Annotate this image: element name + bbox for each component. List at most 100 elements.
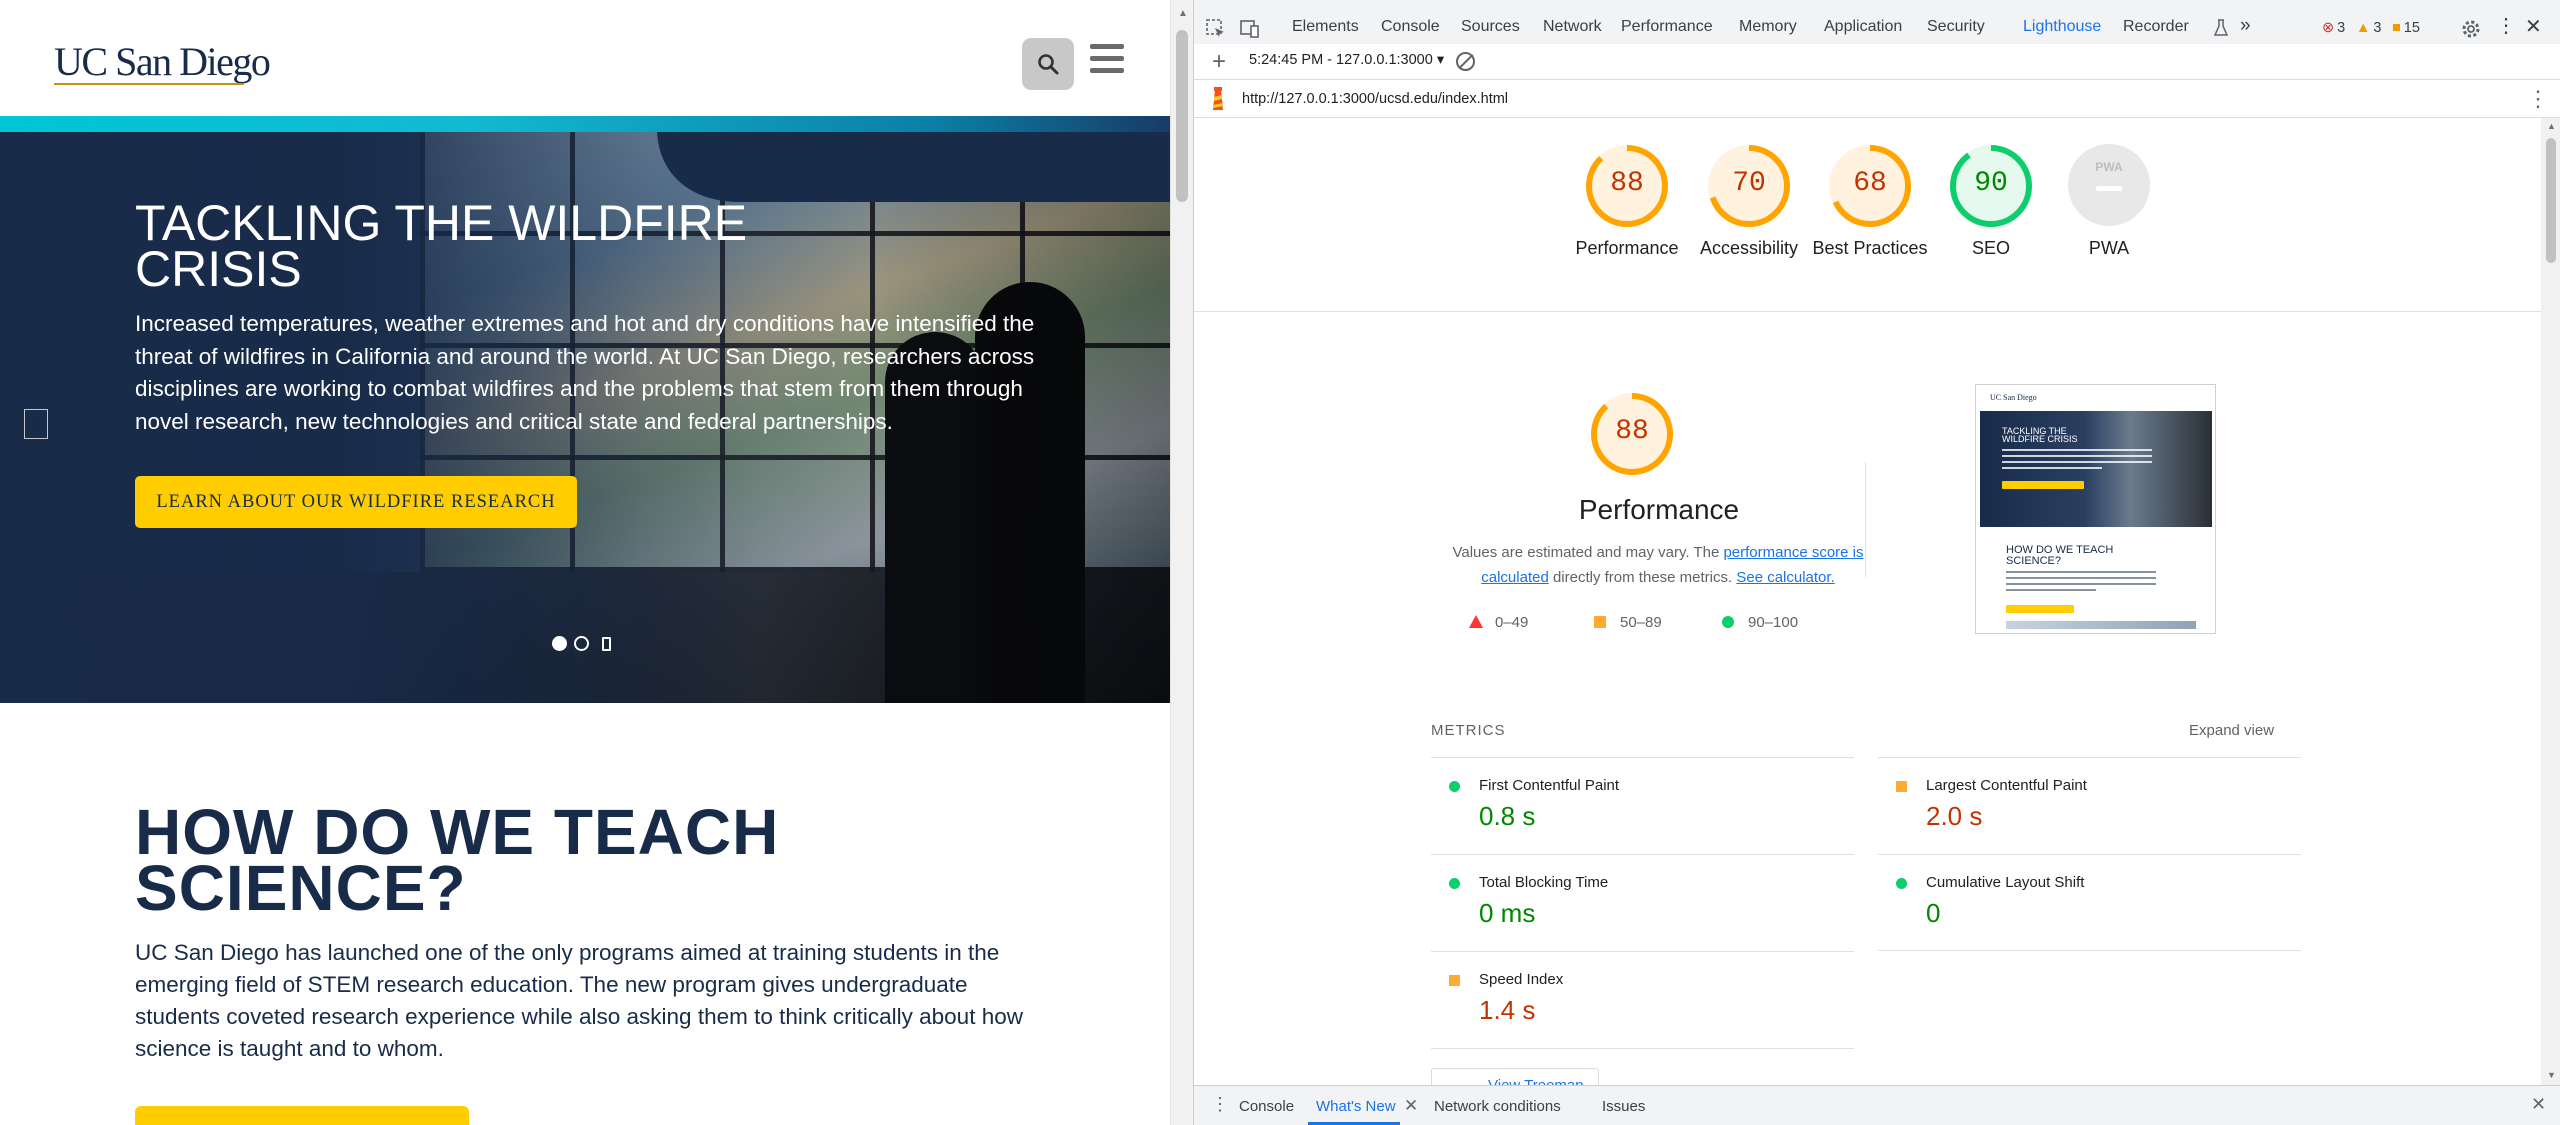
report-selector[interactable]: 5:24:45 PM - 127.0.0.1:3000 ▾ bbox=[1249, 52, 1444, 68]
thumb-text-line bbox=[2006, 583, 2156, 585]
issues-icon: ■ bbox=[2392, 20, 2401, 36]
warning-count[interactable]: ▲ 3 bbox=[2356, 20, 2381, 36]
hero-description: Increased temperatures, weather extremes… bbox=[135, 311, 1035, 434]
drawer-tab-whats-new[interactable]: What's New bbox=[1316, 1098, 1396, 1115]
scroll-up-icon[interactable]: ▲ bbox=[1178, 8, 1188, 19]
tab-security[interactable]: Security bbox=[1927, 18, 1985, 36]
metric-value: 1.4 s bbox=[1479, 995, 1536, 1025]
tab-recorder[interactable]: Recorder bbox=[2123, 18, 2189, 36]
metric-title: Speed Index bbox=[1479, 971, 1564, 988]
metric-value: 0 ms bbox=[1479, 898, 1536, 928]
close-devtools-icon[interactable]: ✕ bbox=[2525, 14, 2542, 39]
close-tab-icon[interactable]: ✕ bbox=[1404, 1096, 1418, 1116]
final-screenshot-thumbnail[interactable]: UC San Diego TACKLING THE WILDFIRE CRISI… bbox=[1975, 384, 2216, 634]
pass-circle-icon bbox=[1449, 781, 1460, 792]
drawer-menu-kebab-icon[interactable]: ⋮ bbox=[1211, 1094, 1229, 1115]
section-description: UC San Diego has launched one of the onl… bbox=[135, 940, 1023, 1061]
section-title: HOW DO WE TEACH SCIENCE? bbox=[135, 796, 780, 924]
inspect-element-icon[interactable] bbox=[1205, 18, 1227, 40]
search-button[interactable] bbox=[1022, 38, 1074, 90]
tab-elements[interactable]: Elements bbox=[1292, 18, 1359, 36]
thumb-text-line bbox=[2006, 589, 2096, 591]
devtools-drawer-tabbar: ⋮ Console What's New ✕ Network condition… bbox=[1194, 1085, 2560, 1125]
gauge-performance[interactable]: 88 bbox=[1583, 142, 1671, 230]
thumb-hero-title: TACKLING THE WILDFIRE CRISIS bbox=[2002, 426, 2078, 444]
carousel-dot-2[interactable] bbox=[574, 636, 589, 651]
gauge-accessibility[interactable]: 70 bbox=[1705, 142, 1793, 230]
customize-kebab-icon[interactable]: ⋮ bbox=[2496, 13, 2516, 38]
drawer-tab-console[interactable]: Console bbox=[1239, 1098, 1294, 1115]
settings-gear-icon[interactable] bbox=[2460, 18, 2482, 40]
carousel-dot-1[interactable] bbox=[552, 636, 567, 651]
carousel-prev-icon[interactable] bbox=[24, 409, 48, 439]
metric-cls: Cumulative Layout Shift 0 bbox=[1878, 854, 2301, 951]
fail-triangle-icon bbox=[1469, 615, 1483, 628]
performance-gauge-large: 88 bbox=[1588, 390, 1676, 478]
scrollbar-thumb[interactable] bbox=[1176, 30, 1188, 202]
legend-pass: 90–100 bbox=[1722, 614, 1798, 631]
gauge-score: 68 bbox=[1853, 168, 1887, 199]
experimental-flask-icon bbox=[2213, 19, 2229, 36]
see-calculator-link[interactable]: See calculator. bbox=[1736, 569, 1834, 586]
lighthouse-toolbar: + 5:24:45 PM - 127.0.0.1:3000 ▾ bbox=[1194, 44, 2560, 80]
clear-reports-icon[interactable] bbox=[1456, 52, 1475, 71]
thumb-text-line bbox=[2006, 571, 2156, 573]
report-tools-kebab-icon[interactable]: ⋮ bbox=[2527, 86, 2549, 112]
gauge-score: 88 bbox=[1610, 168, 1644, 199]
tab-memory[interactable]: Memory bbox=[1739, 18, 1797, 36]
legend-fail: 0–49 bbox=[1469, 614, 1528, 631]
tab-console[interactable]: Console bbox=[1381, 18, 1440, 36]
wildfire-research-button[interactable]: LEARN ABOUT OUR WILDFIRE RESEARCH bbox=[135, 476, 577, 528]
gauge-best-practices[interactable]: 68 bbox=[1826, 142, 1914, 230]
gauge-label-best-practices: Best Practices bbox=[1812, 238, 1928, 258]
metric-title: Cumulative Layout Shift bbox=[1926, 874, 2085, 891]
section-cta-button[interactable] bbox=[135, 1106, 469, 1125]
thumb-text-line bbox=[2002, 461, 2152, 463]
metric-value: 0 bbox=[1926, 898, 1941, 928]
gauge-seo[interactable]: 90 bbox=[1947, 142, 2035, 230]
tab-performance[interactable]: Performance bbox=[1621, 18, 1713, 36]
carousel-pause-icon[interactable] bbox=[602, 637, 611, 651]
score-legend: 0–49 50–89 90–100 bbox=[1469, 614, 1869, 638]
accent-bar bbox=[0, 116, 1170, 132]
device-toolbar-icon[interactable] bbox=[1239, 18, 1261, 40]
report-scrollbar[interactable]: ▲ ▼ bbox=[2541, 118, 2560, 1085]
view-treemap-button[interactable]: View Treemap bbox=[1431, 1068, 1599, 1085]
error-count[interactable]: ⊗ 3 bbox=[2322, 20, 2345, 36]
scrollbar-thumb[interactable] bbox=[2546, 138, 2556, 263]
gauge-label-accessibility: Accessibility bbox=[1699, 238, 1799, 258]
divider bbox=[1194, 311, 2541, 312]
pass-circle-icon bbox=[1896, 878, 1907, 889]
ucsd-logo[interactable]: UC San Diego bbox=[54, 38, 271, 85]
thumb-logo: UC San Diego bbox=[1990, 393, 2037, 402]
lighthouse-logo-icon bbox=[1213, 87, 1223, 110]
gauge-score: 70 bbox=[1732, 168, 1766, 199]
expand-view-toggle[interactable]: Expand view bbox=[2189, 722, 2274, 739]
gauge-label-pwa: PWA bbox=[2088, 238, 2130, 258]
website-scrollbar[interactable]: ▲ bbox=[1170, 0, 1193, 1125]
scroll-down-icon[interactable]: ▼ bbox=[2547, 1070, 2556, 1080]
divider bbox=[1878, 950, 2301, 951]
close-drawer-icon[interactable]: ✕ bbox=[2531, 1094, 2546, 1115]
hero-title: TACKLING THE WILDFIRE CRISIS bbox=[135, 195, 748, 297]
pwa-badge-dash bbox=[2096, 186, 2122, 191]
thumb-button bbox=[2002, 481, 2084, 489]
tab-application[interactable]: Application bbox=[1824, 18, 1902, 36]
hamburger-menu-icon[interactable] bbox=[1090, 44, 1124, 78]
drawer-tab-network-conditions[interactable]: Network conditions bbox=[1434, 1098, 1561, 1115]
devtools-panel: Elements Console Sources Network Perform… bbox=[1193, 0, 2560, 1125]
tab-network[interactable]: Network bbox=[1543, 18, 1602, 36]
more-tabs-chevron-icon[interactable]: » bbox=[2240, 15, 2251, 37]
error-icon: ⊗ bbox=[2322, 20, 2335, 36]
tab-sources[interactable]: Sources bbox=[1461, 18, 1520, 36]
scroll-up-icon[interactable]: ▲ bbox=[2547, 121, 2556, 131]
tab-lighthouse[interactable]: Lighthouse bbox=[2023, 18, 2101, 36]
desc-text: Values are estimated and may vary. The bbox=[1452, 544, 1724, 561]
pwa-badge-icon[interactable]: PWA bbox=[2068, 144, 2150, 226]
metric-lcp: Largest Contentful Paint 2.0 s bbox=[1878, 757, 2301, 854]
new-report-plus-icon[interactable]: + bbox=[1212, 48, 1226, 76]
issues-count[interactable]: ■ 15 bbox=[2392, 20, 2420, 36]
metric-title: First Contentful Paint bbox=[1479, 777, 1620, 794]
logo-underline bbox=[54, 83, 244, 85]
drawer-tab-issues[interactable]: Issues bbox=[1602, 1098, 1645, 1115]
